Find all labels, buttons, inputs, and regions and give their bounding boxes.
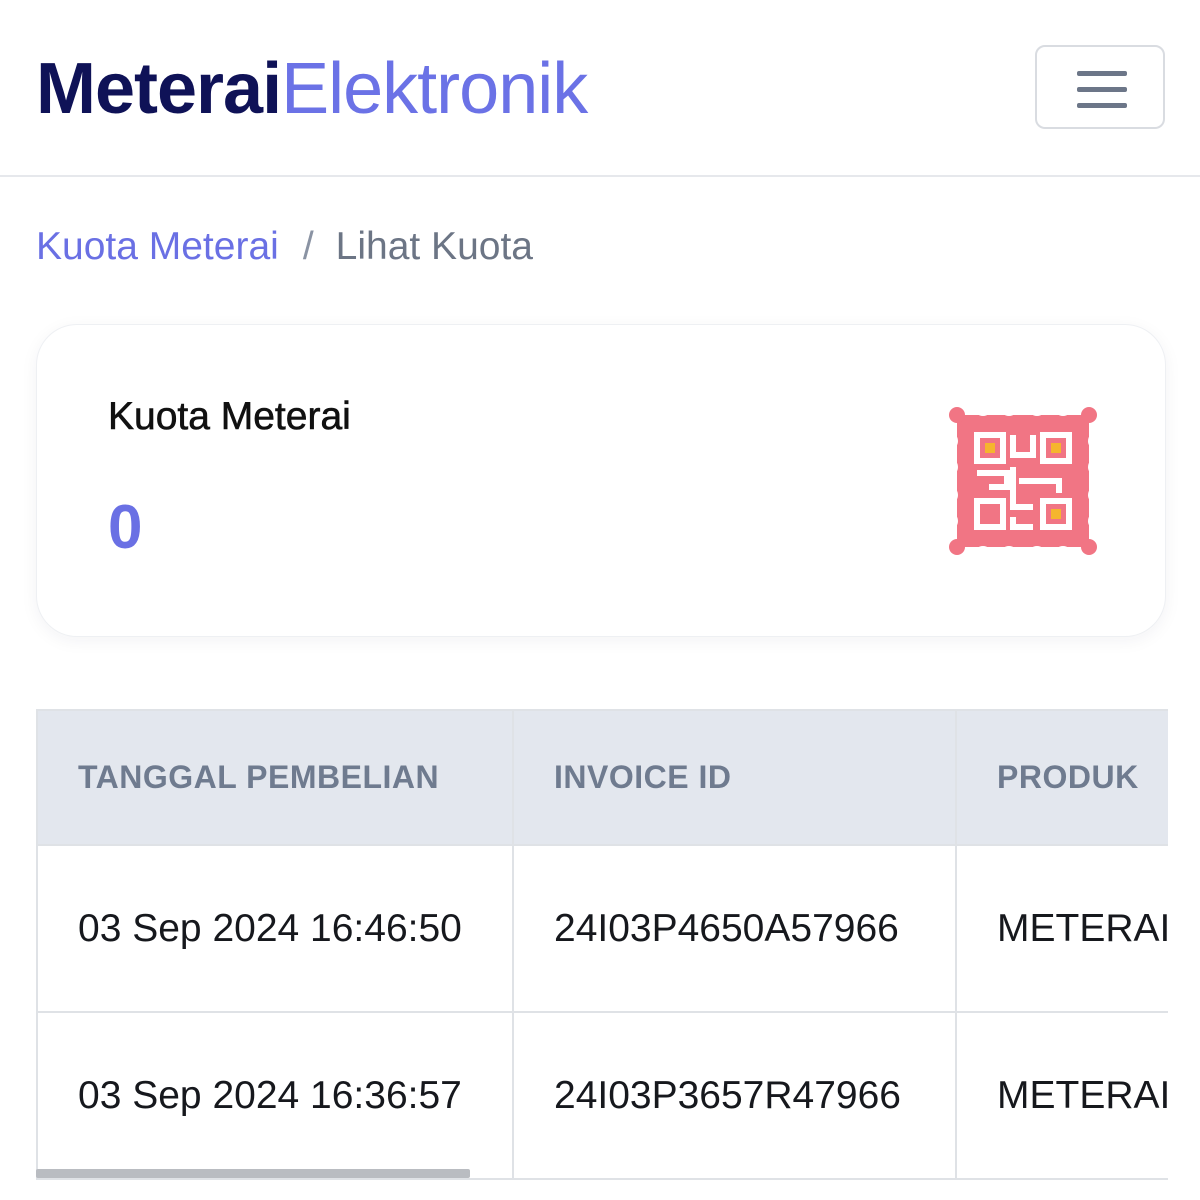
- table-row[interactable]: 03 Sep 2024 16:36:57 24I03P3657R47966 ME…: [36, 1011, 1168, 1180]
- hamburger-menu-icon: [1077, 71, 1127, 76]
- purchase-table[interactable]: TANGGAL PEMBELIAN INVOICE ID PRODUK 03 S…: [36, 709, 1168, 1200]
- breadcrumb-current: Lihat Kuota: [335, 225, 533, 268]
- table-header-row: TANGGAL PEMBELIAN INVOICE ID PRODUK: [36, 709, 1168, 846]
- quota-value: 0: [108, 493, 143, 562]
- column-header-produk[interactable]: PRODUK: [955, 709, 1168, 846]
- cell-invoice-id: 24I03P4650A57966: [512, 844, 957, 1013]
- logo-bold-text: Meterai: [36, 49, 282, 129]
- cell-produk: METERAI: [955, 844, 1168, 1013]
- brand-logo[interactable]: MeteraiElektronik: [36, 44, 588, 134]
- qr-stamp-icon: [949, 407, 1097, 555]
- top-navbar: MeteraiElektronik: [0, 0, 1200, 177]
- cell-produk: METERAI: [955, 1011, 1168, 1180]
- breadcrumb-link-kuota-meterai[interactable]: Kuota Meterai: [36, 225, 279, 268]
- table-row[interactable]: 03 Sep 2024 16:46:50 24I03P4650A57966 ME…: [36, 844, 1168, 1013]
- hamburger-line: [1077, 103, 1127, 108]
- cell-invoice-id: 24I03P3657R47966: [512, 1011, 957, 1180]
- hamburger-line: [1077, 87, 1127, 92]
- horizontal-scrollbar[interactable]: [36, 1169, 470, 1178]
- breadcrumb-separator: /: [302, 225, 314, 268]
- logo-light-text: Elektronik: [281, 49, 588, 129]
- cell-tanggal: 03 Sep 2024 16:46:50: [36, 844, 514, 1013]
- cell-tanggal: 03 Sep 2024 16:36:57: [36, 1011, 514, 1180]
- breadcrumb: Kuota Meterai / Lihat Kuota: [36, 222, 533, 272]
- quota-card: Kuota Meterai 0: [37, 325, 1165, 636]
- column-header-tanggal[interactable]: TANGGAL PEMBELIAN: [36, 709, 514, 846]
- menu-toggle-button[interactable]: [1035, 45, 1165, 129]
- column-header-invoice-id[interactable]: INVOICE ID: [512, 709, 957, 846]
- quota-card-title: Kuota Meterai: [108, 395, 351, 439]
